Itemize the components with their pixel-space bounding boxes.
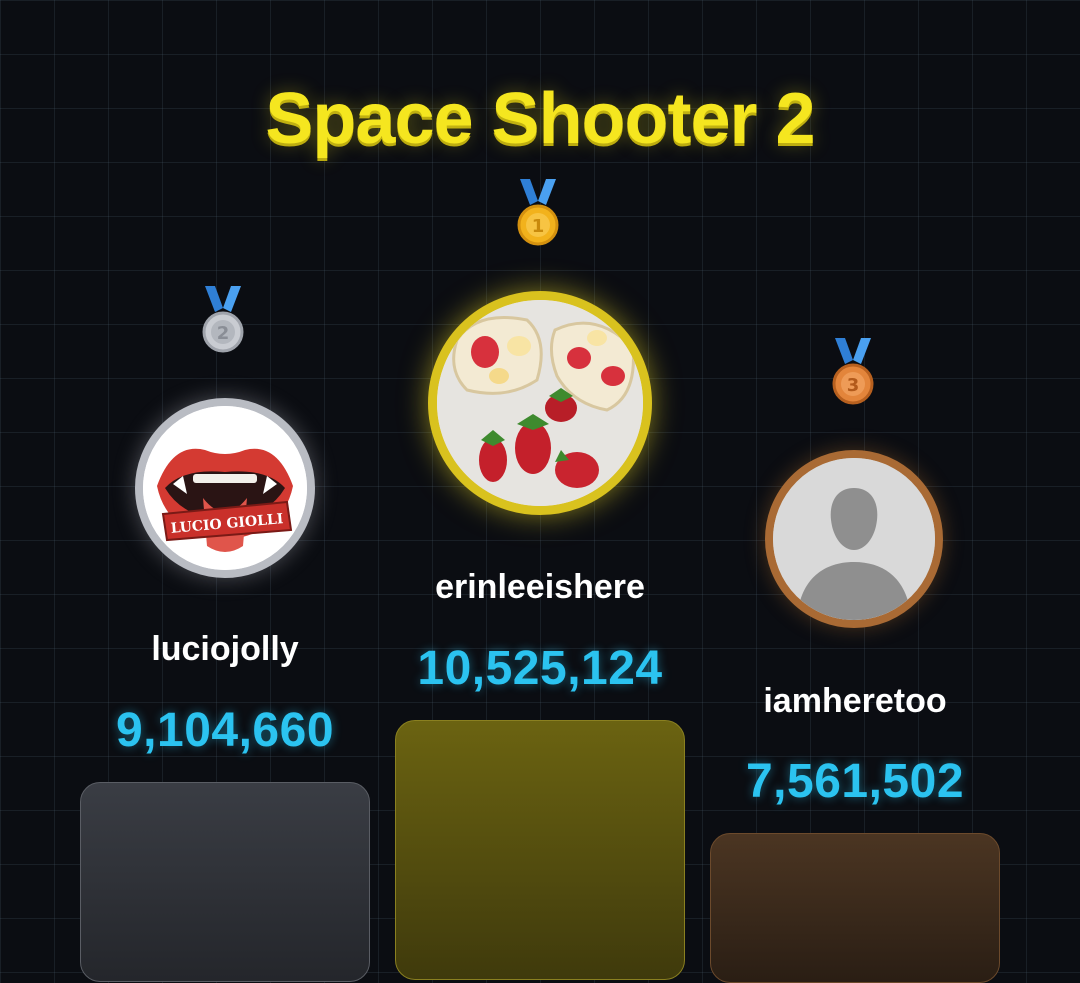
player-name-rank-1: erinleeishere (435, 568, 645, 606)
gold-medal-icon: 1 (516, 177, 560, 249)
player-avatar-iamheretoo[interactable] (765, 450, 943, 628)
player-name-rank-2: luciojolly (151, 630, 299, 668)
default-person-icon (773, 458, 935, 620)
podium-block-second (80, 782, 370, 982)
player-avatar-erinleeishere[interactable] (428, 291, 652, 515)
svg-text:1: 1 (532, 216, 545, 237)
podium-block-first (395, 720, 685, 980)
strawberry-cake-avatar-image (437, 300, 643, 506)
player-avatar-luciojolly[interactable]: LUCIO GIOLLI (135, 398, 315, 578)
player-score-rank-3: 7,561,502 (745, 755, 965, 808)
player-name-rank-3: iamheretoo (763, 682, 947, 720)
podium-block-third (710, 833, 1000, 983)
bronze-medal-icon: 3 (831, 336, 875, 408)
silver-medal-icon: 2 (201, 284, 245, 356)
svg-text:2: 2 (217, 323, 230, 344)
svg-text:3: 3 (847, 375, 860, 396)
player-score-rank-2: 9,104,660 (115, 704, 335, 757)
player-score-rank-1: 10,525,124 (417, 642, 663, 695)
game-title: Space Shooter 2 (265, 79, 815, 159)
lips-logo-avatar-image: LUCIO GIOLLI (143, 406, 307, 570)
